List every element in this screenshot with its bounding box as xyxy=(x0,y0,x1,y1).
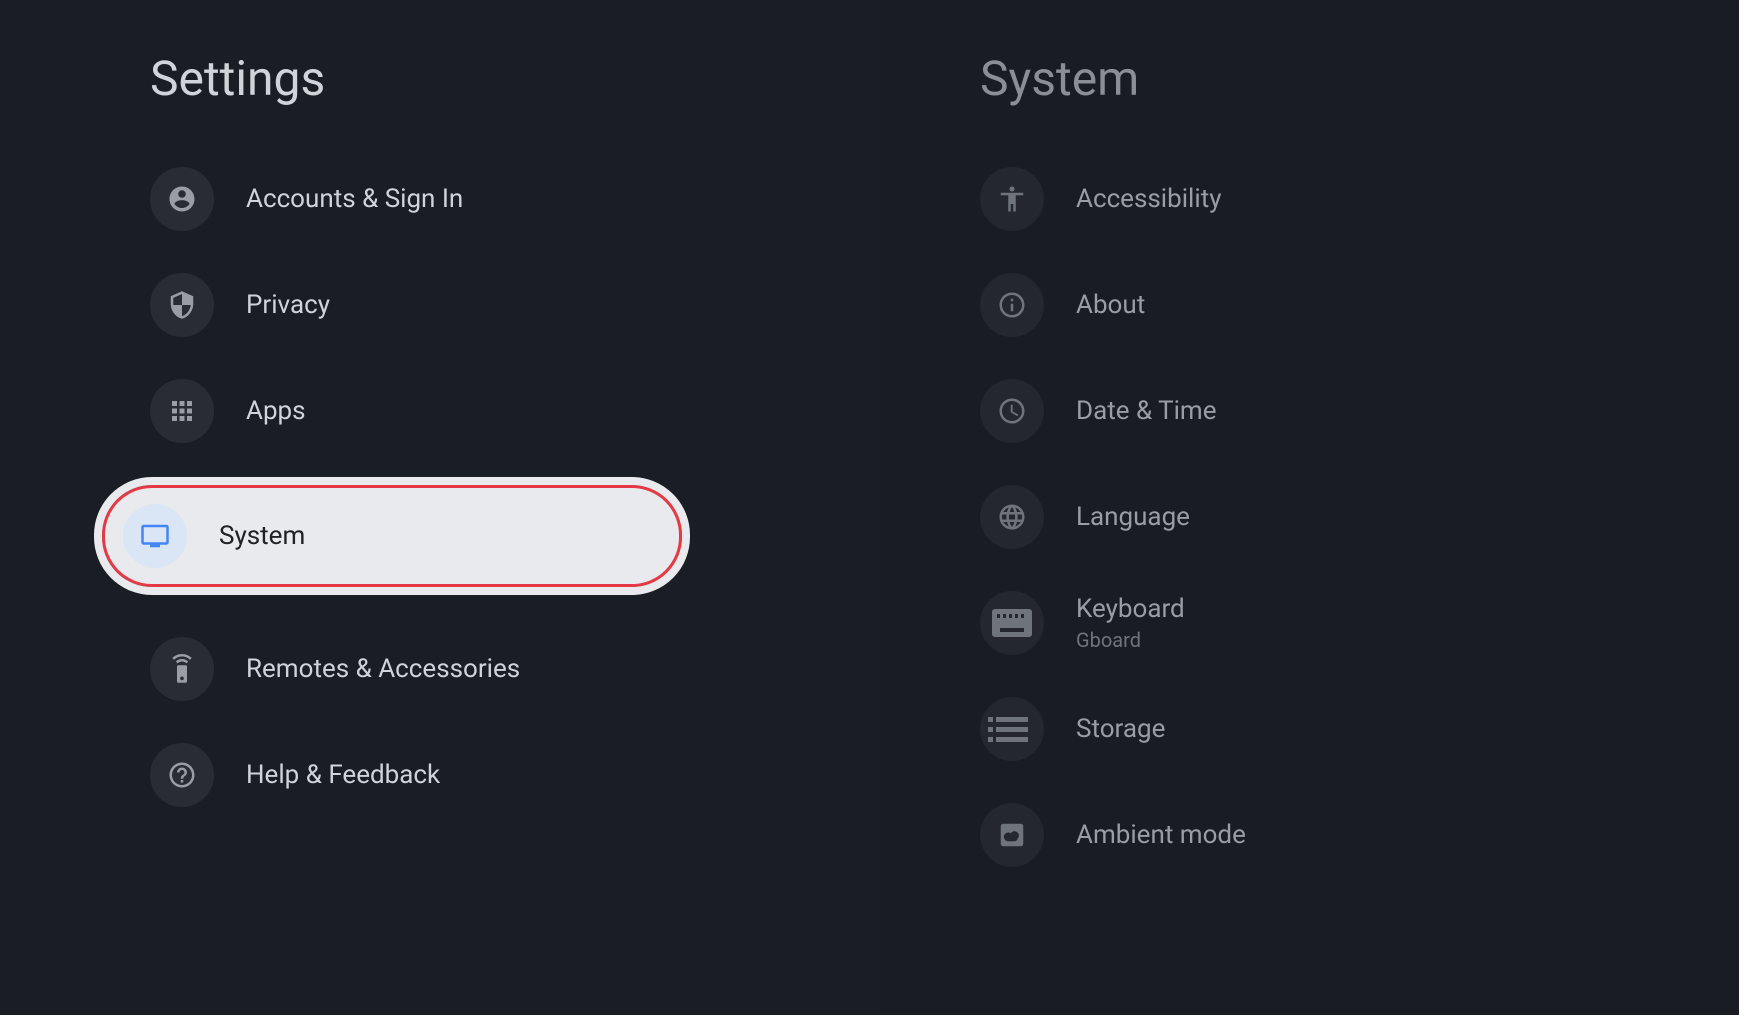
menu-label: Accessibility xyxy=(1076,184,1222,214)
menu-item-datetime[interactable]: Date & Time xyxy=(980,379,1739,443)
menu-item-privacy[interactable]: Privacy xyxy=(150,273,880,337)
settings-panel: Settings Accounts & Sign In Privacy Apps… xyxy=(0,0,880,1015)
system-title: System xyxy=(980,50,1739,107)
menu-label: Date & Time xyxy=(1076,396,1217,426)
menu-item-language[interactable]: Language xyxy=(980,485,1739,549)
storage-icon xyxy=(980,697,1044,761)
menu-label: Storage xyxy=(1076,714,1165,744)
menu-label: Accounts & Sign In xyxy=(246,184,463,214)
keyboard-icon xyxy=(980,591,1044,655)
menu-label: Help & Feedback xyxy=(246,760,440,790)
clock-icon xyxy=(980,379,1044,443)
shield-icon xyxy=(150,273,214,337)
cloud-icon xyxy=(980,803,1044,867)
info-icon xyxy=(980,273,1044,337)
menu-item-apps[interactable]: Apps xyxy=(150,379,880,443)
settings-title: Settings xyxy=(150,50,880,107)
menu-sublabel: Gboard xyxy=(1076,628,1185,652)
help-icon xyxy=(150,743,214,807)
menu-item-system[interactable]: System xyxy=(102,485,682,587)
menu-item-storage[interactable]: Storage xyxy=(980,697,1739,761)
remote-icon xyxy=(150,637,214,701)
globe-icon xyxy=(980,485,1044,549)
menu-item-about[interactable]: About xyxy=(980,273,1739,337)
menu-label: Ambient mode xyxy=(1076,820,1246,850)
accessibility-icon xyxy=(980,167,1044,231)
menu-label: About xyxy=(1076,290,1145,320)
menu-label: Apps xyxy=(246,396,306,426)
menu-item-accounts[interactable]: Accounts & Sign In xyxy=(150,167,880,231)
menu-label: Remotes & Accessories xyxy=(246,654,520,684)
menu-item-accessibility[interactable]: Accessibility xyxy=(980,167,1739,231)
account-icon xyxy=(150,167,214,231)
menu-item-keyboard[interactable]: Keyboard Gboard xyxy=(980,591,1739,655)
menu-label: Keyboard xyxy=(1076,594,1185,624)
menu-label: Privacy xyxy=(246,290,330,320)
menu-label: Language xyxy=(1076,502,1190,532)
menu-item-ambient[interactable]: Ambient mode xyxy=(980,803,1739,867)
grid-icon xyxy=(150,379,214,443)
menu-label: System xyxy=(219,521,305,551)
monitor-icon xyxy=(123,504,187,568)
system-panel: System Accessibility About Date & Time L… xyxy=(880,0,1739,1015)
menu-item-help[interactable]: Help & Feedback xyxy=(150,743,880,807)
menu-item-remotes[interactable]: Remotes & Accessories xyxy=(150,637,880,701)
